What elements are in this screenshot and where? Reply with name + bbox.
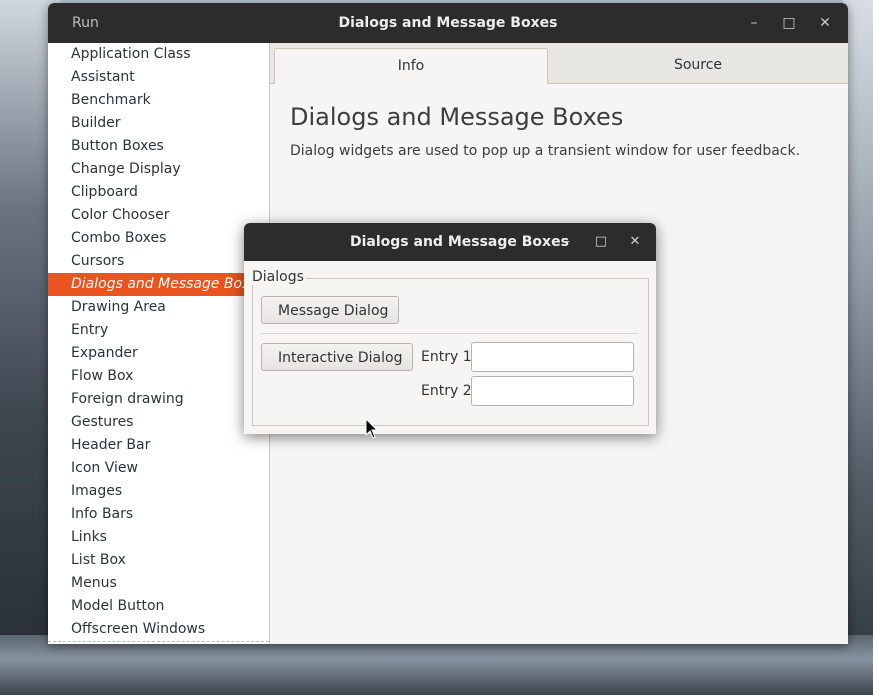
separator <box>261 333 638 334</box>
sidebar-item[interactable]: Icon View <box>48 457 269 480</box>
dialog-titlebar[interactable]: Dialogs and Message Boxes – □ ✕ <box>244 223 656 261</box>
sidebar-item[interactable]: Links <box>48 526 269 549</box>
sidebar-item[interactable]: Builder <box>48 112 269 135</box>
sidebar-item[interactable]: Button Boxes <box>48 135 269 158</box>
dialog-close-icon[interactable]: ✕ <box>625 232 645 252</box>
desktop-background-water <box>0 635 873 695</box>
mouse-pointer-icon <box>365 418 379 439</box>
info-description: Dialog widgets are used to pop up a tran… <box>290 143 801 159</box>
entry2-field[interactable] <box>471 376 634 406</box>
main-titlebar[interactable]: Run Dialogs and Message Boxes – □ ✕ <box>48 3 848 43</box>
dialog-minimize-icon[interactable]: – <box>557 232 577 252</box>
info-content: Dialogs and Message Boxes Dialog widgets… <box>290 103 800 159</box>
info-heading: Dialogs and Message Boxes <box>290 103 624 131</box>
sidebar-item[interactable]: Images <box>48 480 269 503</box>
sidebar-item[interactable]: Gestures <box>48 411 269 434</box>
entry1-label: Entry 1 <box>421 349 472 365</box>
dialog-window: Dialogs and Message Boxes – □ ✕ Dialogs … <box>244 223 656 434</box>
sidebar-item[interactable]: Color Chooser <box>48 204 269 227</box>
dialog-maximize-icon[interactable]: □ <box>591 232 611 252</box>
sidebar-item[interactable]: Flow Box <box>48 365 269 388</box>
minimize-icon[interactable]: – <box>744 13 764 33</box>
maximize-icon[interactable]: □ <box>779 13 799 33</box>
sidebar-item[interactable]: Entry <box>48 319 269 342</box>
sidebar-item[interactable]: Combo Boxes <box>48 227 269 250</box>
sidebar-item[interactable]: Header Bar <box>48 434 269 457</box>
sidebar-item[interactable]: Menus <box>48 572 269 595</box>
sidebar-item[interactable]: Assistant <box>48 66 269 89</box>
sidebar-item[interactable]: Change Display <box>48 158 269 181</box>
tab-source[interactable]: Source <box>548 48 848 83</box>
sidebar-item[interactable]: Expander <box>48 342 269 365</box>
entry1-field[interactable] <box>471 342 634 372</box>
sidebar-item[interactable]: Application Class <box>48 43 269 66</box>
tab-info[interactable]: Info <box>274 48 548 84</box>
sidebar-item[interactable]: List Box <box>48 549 269 572</box>
message-dialog-button[interactable]: Message Dialog <box>261 296 399 324</box>
sidebar-item[interactable]: Benchmark <box>48 89 269 112</box>
interactive-dialog-button[interactable]: Interactive Dialog <box>261 343 413 371</box>
entry2-label: Entry 2 <box>421 383 472 399</box>
tab-bar: Info Source <box>270 43 848 84</box>
sidebar-item[interactable]: Foreign drawing <box>48 388 269 411</box>
sidebar-item[interactable]: Cursors <box>48 250 269 273</box>
demo-list: Application Class Assistant Benchmark Build… <box>48 43 269 641</box>
sidebar-item[interactable]: Dialogs and Message Boxes <box>48 273 269 296</box>
demo-list-sidebar[interactable]: Application Class Assistant Benchmark Build… <box>48 43 270 644</box>
dialog-title: Dialogs and Message Boxes <box>350 234 569 250</box>
sidebar-scroll-edge <box>48 641 269 642</box>
sidebar-item[interactable]: Clipboard <box>48 181 269 204</box>
window-title: Dialogs and Message Boxes <box>338 15 558 31</box>
sidebar-item[interactable]: Offscreen Windows <box>48 618 269 641</box>
sidebar-item[interactable]: Info Bars <box>48 503 269 526</box>
sidebar-item[interactable]: Drawing Area <box>48 296 269 319</box>
sidebar-item[interactable]: Model Button <box>48 595 269 618</box>
close-icon[interactable]: ✕ <box>815 13 835 33</box>
frame-label: Dialogs <box>252 269 306 285</box>
